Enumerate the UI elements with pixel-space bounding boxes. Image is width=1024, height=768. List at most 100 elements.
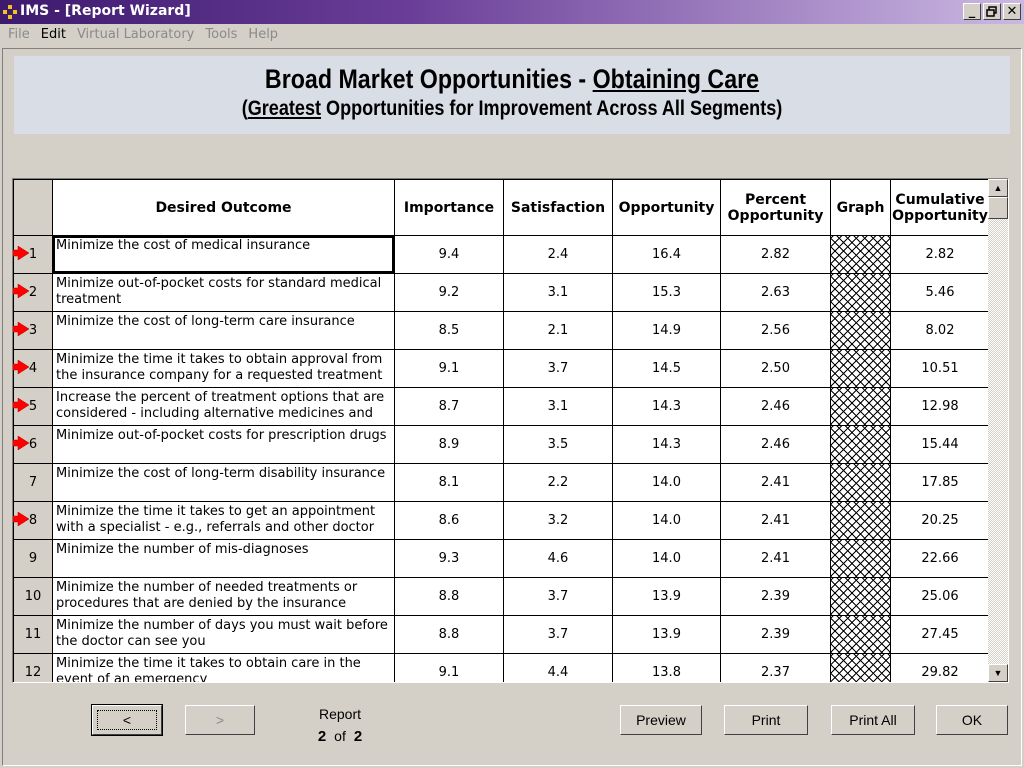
percent-opportunity-cell[interactable]: 2.56 [720,311,831,350]
opportunity-cell[interactable]: 13.8 [612,653,721,682]
desired-outcome-cell[interactable]: Minimize the time it takes to obtain car… [52,653,395,682]
cumulative-opportunity-cell[interactable]: 17.85 [890,463,990,502]
satisfaction-cell[interactable]: 3.7 [503,349,613,388]
percent-opportunity-cell[interactable]: 2.50 [720,349,831,388]
row-number-cell[interactable]: 12 [13,653,53,682]
table-row[interactable]: 6 Minimize out-of-pocket costs for prescr… [13,425,990,464]
print-all-button[interactable]: Print All [831,705,915,735]
desired-outcome-cell[interactable]: Minimize the time it takes to obtain app… [52,349,395,388]
table-row[interactable]: 2 Minimize out-of-pocket costs for standa… [13,273,990,312]
percent-opportunity-cell[interactable]: 2.41 [720,539,831,578]
menu-file[interactable]: File [4,24,37,46]
importance-cell[interactable]: 9.2 [394,273,504,312]
minimize-button[interactable]: _ [963,3,981,20]
satisfaction-cell[interactable]: 3.2 [503,501,613,540]
close-button[interactable]: ✕ [1003,3,1021,20]
percent-opportunity-cell[interactable]: 2.46 [720,425,831,464]
scroll-up-button[interactable]: ▲ [988,179,1008,197]
row-number-cell[interactable]: 11 [13,615,53,654]
percent-opportunity-cell[interactable]: 2.39 [720,615,831,654]
cumulative-opportunity-cell[interactable]: 2.82 [890,235,990,274]
satisfaction-cell[interactable]: 2.4 [503,235,613,274]
graph-cell[interactable] [830,501,891,540]
next-page-button[interactable]: > [185,705,255,735]
desired-outcome-cell[interactable]: Minimize the number of needed treatments… [52,577,395,616]
satisfaction-cell[interactable]: 4.6 [503,539,613,578]
cumulative-opportunity-header[interactable]: Cumulative Opportunity [890,179,990,236]
cumulative-opportunity-cell[interactable]: 29.82 [890,653,990,682]
preview-button[interactable]: Preview [620,705,702,735]
row-number-cell[interactable]: 1 [13,235,53,274]
satisfaction-cell[interactable]: 2.2 [503,463,613,502]
opportunity-cell[interactable]: 14.3 [612,425,721,464]
graph-cell[interactable] [830,463,891,502]
desired-outcome-cell[interactable]: Minimize the cost of long-term care insu… [52,311,395,350]
graph-cell[interactable] [830,425,891,464]
table-row[interactable]: 1 Minimize the cost of medical insurance 9… [13,235,990,274]
importance-cell[interactable]: 8.5 [394,311,504,350]
importance-cell[interactable]: 8.1 [394,463,504,502]
graph-cell[interactable] [830,615,891,654]
percent-opportunity-header[interactable]: Percent Opportunity [720,179,831,236]
restore-button[interactable] [983,3,1001,20]
satisfaction-cell[interactable]: 2.1 [503,311,613,350]
satisfaction-cell[interactable]: 3.5 [503,425,613,464]
opportunity-cell[interactable]: 16.4 [612,235,721,274]
opportunity-cell[interactable]: 14.5 [612,349,721,388]
graph-cell[interactable] [830,577,891,616]
percent-opportunity-cell[interactable]: 2.37 [720,653,831,682]
row-number-cell[interactable]: 4 [13,349,53,388]
table-row[interactable]: 9 Minimize the number of mis-diagnoses 9.3… [13,539,990,578]
row-number-cell[interactable]: 7 [13,463,53,502]
graph-header[interactable]: Graph [830,179,891,236]
satisfaction-cell[interactable]: 3.7 [503,577,613,616]
graph-cell[interactable] [830,539,891,578]
desired-outcome-cell[interactable]: Minimize out-of-pocket costs for standar… [52,273,395,312]
opportunity-cell[interactable]: 13.9 [612,577,721,616]
cumulative-opportunity-cell[interactable]: 27.45 [890,615,990,654]
opportunity-cell[interactable]: 14.3 [612,387,721,426]
importance-cell[interactable]: 8.8 [394,615,504,654]
cumulative-opportunity-cell[interactable]: 15.44 [890,425,990,464]
desired-outcome-cell[interactable]: Minimize the cost of medical insurance [52,235,395,274]
percent-opportunity-cell[interactable]: 2.41 [720,501,831,540]
graph-cell[interactable] [830,273,891,312]
cumulative-opportunity-cell[interactable]: 5.46 [890,273,990,312]
row-number-cell[interactable]: 6 [13,425,53,464]
cumulative-opportunity-cell[interactable]: 12.98 [890,387,990,426]
importance-cell[interactable]: 9.1 [394,653,504,682]
row-number-cell[interactable]: 9 [13,539,53,578]
table-row[interactable]: 5 Increase the percent of treatment optio… [13,387,990,426]
importance-cell[interactable]: 9.3 [394,539,504,578]
print-button[interactable]: Print [724,705,808,735]
opportunity-cell[interactable]: 14.0 [612,463,721,502]
table-row[interactable]: 4 Minimize the time it takes to obtain ap… [13,349,990,388]
opportunity-cell[interactable]: 14.0 [612,539,721,578]
importance-cell[interactable]: 9.1 [394,349,504,388]
opportunity-cell[interactable]: 13.9 [612,615,721,654]
cumulative-opportunity-cell[interactable]: 22.66 [890,539,990,578]
scroll-down-button[interactable]: ▼ [988,664,1008,682]
importance-cell[interactable]: 8.9 [394,425,504,464]
table-row[interactable]: 12 Minimize the time it takes to obtain c… [13,653,990,682]
percent-opportunity-cell[interactable]: 2.46 [720,387,831,426]
satisfaction-cell[interactable]: 3.1 [503,273,613,312]
satisfaction-cell[interactable]: 3.1 [503,387,613,426]
scroll-thumb[interactable] [988,197,1008,219]
desired-outcome-cell[interactable]: Minimize out-of-pocket costs for prescri… [52,425,395,464]
percent-opportunity-cell[interactable]: 2.39 [720,577,831,616]
ok-button[interactable]: OK [936,705,1008,735]
importance-cell[interactable]: 9.4 [394,235,504,274]
row-number-cell[interactable]: 8 [13,501,53,540]
opportunity-cell[interactable]: 14.9 [612,311,721,350]
graph-cell[interactable] [830,387,891,426]
menu-tools[interactable]: Tools [201,24,244,46]
cumulative-opportunity-cell[interactable]: 8.02 [890,311,990,350]
desired-outcome-header[interactable]: Desired Outcome [52,179,395,236]
row-number-cell[interactable]: 2 [13,273,53,312]
row-number-cell[interactable]: 5 [13,387,53,426]
graph-cell[interactable] [830,349,891,388]
table-row[interactable]: 11 Minimize the number of days you must w… [13,615,990,654]
previous-page-button[interactable]: < [91,704,163,736]
cumulative-opportunity-cell[interactable]: 10.51 [890,349,990,388]
